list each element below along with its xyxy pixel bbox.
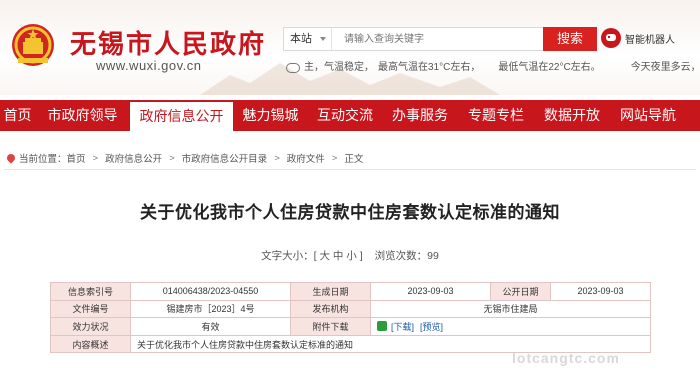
preview-link[interactable]: [预览] [420,320,443,333]
summary-label: 内容概述 [50,334,131,354]
breadcrumb-separator: > [92,152,99,164]
attachment-links: [下载] [预览] [377,320,449,333]
breadcrumb: 当前位置： 首页 > 政府信息公开 > 市政府信息公开目录 > 政府文件 > 正… [6,151,364,166]
smart-robot-link[interactable]: 智能机器人 [601,28,675,48]
index-no-label: 信息索引号 [50,282,131,301]
chevron-down-icon [320,37,326,41]
weather-ticker: 主，气温稳定， 最高气温在31°C左右， 最低气温在22°C左右。 今天夜里多云… [284,58,700,73]
main-nav: 首页 市政府领导 政府信息公开 魅力锡城 互动交流 办事服务 专题专栏 数据开放… [0,100,700,131]
attachment-cell: [下载] [预览] [370,317,651,336]
doc-no-value: 锡建房市［2023］4号 [130,299,291,319]
search-scope-label: 本站 [290,33,312,45]
watermark: lotcangtc.com [512,350,620,366]
nav-item-site-nav[interactable]: 网站导航 [610,100,686,131]
breadcrumb-separator: > [331,152,338,164]
published-date-value: 2023-09-03 [550,282,651,301]
doc-no-label: 文件编号 [50,299,131,319]
font-size-label: 文字大小： [261,250,314,262]
breadcrumb-prefix: 当前位置： [19,154,67,165]
nav-item-gov-info[interactable]: 政府信息公开 [130,100,233,131]
breadcrumb-separator: > [169,152,175,164]
status-label: 效力状况 [50,317,131,336]
issuer-label: 发布机构 [290,299,371,319]
weather-text-3: 最低气温在22°C左右。 [498,62,601,73]
nav-item-home[interactable]: 首页 [0,100,35,131]
nav-item-open-data[interactable]: 数据开放 [534,100,610,131]
breadcrumb-item-gov-docs[interactable]: 政府文件 [287,151,325,165]
attachment-label: 附件下载 [290,317,371,336]
location-pin-icon [6,153,16,163]
download-link[interactable]: [下载] [391,320,414,333]
cloud-icon [284,60,300,73]
info-table: 信息索引号 014006438/2023-04550 生成日期 2023-09-… [50,282,651,354]
national-emblem-icon [12,24,54,66]
nav-item-interaction[interactable]: 互动交流 [308,100,382,131]
published-date-label: 公开日期 [490,282,551,301]
breadcrumb-item-home[interactable]: 首页 [67,151,86,165]
site-url: www.wuxi.gov.cn [96,58,202,73]
file-download-icon [377,321,387,332]
nav-item-services[interactable]: 办事服务 [382,100,458,131]
nav-item-leaders[interactable]: 市政府领导 [35,100,130,131]
breadcrumb-item-gov-info[interactable]: 政府信息公开 [105,151,162,165]
created-date-value: 2023-09-03 [370,282,491,301]
nav-item-charm-city[interactable]: 魅力锡城 [233,100,308,131]
weather-text-2: 最高气温在31°C左右， [378,62,481,73]
index-no-value: 014006438/2023-04550 [130,282,291,301]
breadcrumb-item-current: 正文 [344,154,364,165]
views-count: 99 [427,250,439,262]
breadcrumb-item-catalog[interactable]: 市政府信息公开目录 [182,151,268,165]
search-input[interactable] [336,28,536,50]
search-button[interactable]: 搜索 [543,27,597,51]
created-date-label: 生成日期 [290,282,371,301]
divider [4,169,696,170]
site-header: 无锡市人民政府 www.wuxi.gov.cn 本站 搜索 智能机器人 主，气温… [0,0,700,95]
table-row: 信息索引号 014006438/2023-04550 生成日期 2023-09-… [50,282,651,301]
weather-text-1: 主，气温稳定， [304,62,374,73]
article-title: 关于优化我市个人住房贷款中住房套数认定标准的通知 [140,203,560,222]
site-title[interactable]: 无锡市人民政府 [70,24,266,61]
views-label: 浏览次数： [374,250,428,262]
search-scope-select[interactable]: 本站 [284,28,332,50]
breadcrumb-separator: > [274,152,280,164]
weather-text-4: 今天夜里多云，局部有 [630,62,700,73]
issuer-value: 无锡市住建局 [370,299,651,319]
status-value: 有效 [130,317,291,336]
nav-item-topics[interactable]: 专题专栏 [458,100,534,131]
article-meta: 文字大小：[ 大 中 小 ] 浏览次数：99 [0,248,700,263]
table-row: 文件编号 锡建房市［2023］4号 发布机构 无锡市住建局 [50,299,651,319]
table-row: 效力状况 有效 附件下载 [下载] [预览] [50,317,651,336]
robot-icon [601,28,621,48]
font-size-switcher[interactable]: [ 大 中 小 ] [314,250,363,262]
robot-label: 智能机器人 [625,34,675,46]
